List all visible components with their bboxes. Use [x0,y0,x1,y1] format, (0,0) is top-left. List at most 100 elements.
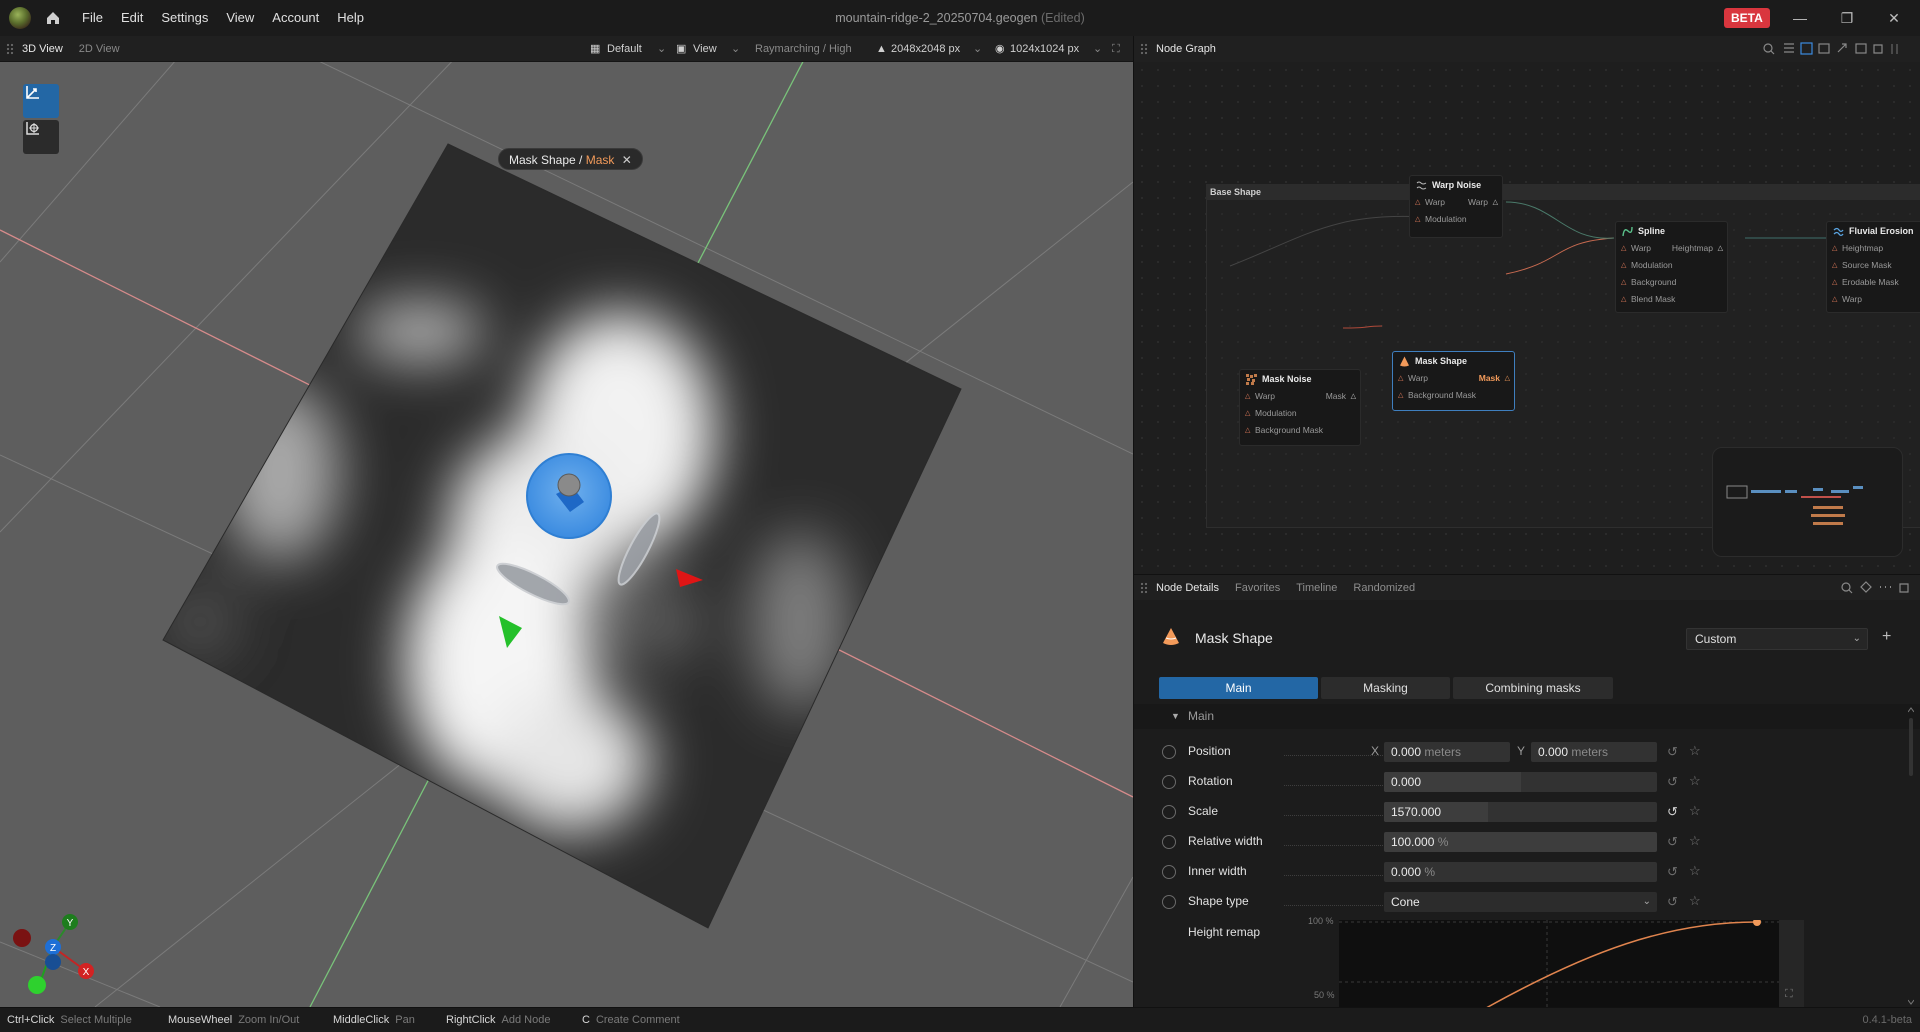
rotation-slider[interactable]: 0.000 ° [1384,772,1657,792]
tab-timeline[interactable]: Timeline [1288,575,1345,601]
favorite-star-icon[interactable]: ☆ [1689,743,1701,759]
node-port[interactable]: △ Warp Mask △ [1240,388,1360,405]
reset-icon[interactable]: ↺ [1667,744,1678,760]
node-mask-shape[interactable]: Mask Shape △ Warp Mask △ △ Background Mask [1392,351,1515,411]
node-port[interactable]: △ Background Mask [1240,422,1360,439]
minimize-icon[interactable]: — [1791,9,1809,27]
axis-neg-x-dot[interactable] [13,929,31,947]
tab-2d-view[interactable]: 2D View [71,36,128,62]
search-icon[interactable] [1763,43,1773,53]
add-preset-button[interactable]: + [1882,628,1891,646]
position-y-field[interactable]: 0.000 meters [1531,742,1657,762]
segment-masking[interactable]: Masking [1321,677,1450,699]
reset-icon[interactable]: ↺ [1667,864,1678,880]
favorite-star-icon[interactable]: ☆ [1689,803,1701,819]
menu-account[interactable]: Account [263,0,328,36]
menu-settings[interactable]: Settings [152,0,217,36]
local-transform-button[interactable] [23,120,59,154]
reset-icon[interactable]: ↺ [1667,804,1678,820]
details-scrollbar[interactable] [1908,706,1914,1006]
node-fluvial-erosion[interactable]: Fluvial Erosion △HeightmapHe △Source Mas… [1826,221,1920,313]
node-port[interactable]: △ Erodable Mask [1827,274,1920,291]
node-port[interactable]: △ Warp Heightmap △ [1616,240,1727,257]
axis-neg-y-dot[interactable] [28,976,46,994]
home-icon[interactable] [45,10,61,26]
position-x-field[interactable]: 0.000 meters [1384,742,1510,762]
shape-type-dropdown[interactable]: Cone ⌄ [1384,892,1657,912]
tab-favorites[interactable]: Favorites [1227,575,1288,601]
section-main-header[interactable]: ▼ Main [1134,704,1920,729]
node-port[interactable]: △ Warp Warp △ [1410,194,1502,211]
menu-help[interactable]: Help [328,0,373,36]
scale-slider[interactable]: 1570.000 meters [1384,802,1657,822]
image-icon[interactable] [1818,43,1830,54]
relative-width-slider[interactable]: 100.000 % [1384,832,1657,852]
preset-dropdown[interactable]: Default [607,36,642,62]
menu-view[interactable]: View [217,0,263,36]
collapse-arrow-icon[interactable]: ▼ [1171,704,1180,729]
node-port[interactable]: △ Modulation [1410,211,1502,228]
drag-handle-icon[interactable] [1140,43,1148,55]
curve-control-point[interactable] [1753,918,1761,926]
node-port[interactable]: △ Source Mask [1827,257,1920,274]
favorite-star-icon[interactable]: ☆ [1689,773,1701,789]
param-toggle[interactable] [1162,805,1176,819]
diamond-icon[interactable] [1860,581,1872,593]
drag-handle-icon[interactable] [6,42,14,55]
param-toggle[interactable] [1162,745,1176,759]
maximize-icon[interactable]: ❐ [1838,9,1856,27]
favorite-star-icon[interactable]: ☆ [1689,863,1701,879]
node-port[interactable]: △ Modulation [1616,257,1727,274]
param-toggle[interactable] [1162,895,1176,909]
reset-icon[interactable]: ↺ [1667,774,1678,790]
tab-randomized[interactable]: Randomized [1345,575,1423,601]
node-port[interactable]: △ Modulation [1240,405,1360,422]
chevron-down-icon[interactable]: ⌄ [731,36,740,62]
close-icon[interactable]: ✕ [622,153,632,167]
node-warp-noise[interactable]: Warp Noise △ Warp Warp △ △ Modulation [1409,175,1503,238]
param-toggle[interactable] [1162,835,1176,849]
chevron-down-icon[interactable]: ⌄ [1093,36,1102,62]
viewport-3d[interactable]: Y Z X Mask Shape / Mask ✕ [0,62,1133,1007]
favorite-star-icon[interactable]: ☆ [1689,893,1701,909]
heightmap-resolution[interactable]: 2048x2048 px [891,36,960,62]
favorite-star-icon[interactable]: ☆ [1689,833,1701,849]
reset-icon[interactable]: ↺ [1667,894,1678,910]
node-port[interactable]: △ Background Mask [1393,387,1514,404]
param-toggle[interactable] [1162,865,1176,879]
node-port[interactable]: △ Blend Mask [1616,291,1727,308]
fit-icon[interactable] [1855,43,1867,54]
viewport-output-chip[interactable]: Mask Shape / Mask ✕ [498,148,643,170]
node-port[interactable]: △ Warp Mask △ [1393,370,1514,387]
fullscreen-icon[interactable] [1873,44,1883,54]
transform-tool-button[interactable] [23,84,59,118]
texture-resolution[interactable]: 1024x1024 px [1010,36,1079,62]
node-spline[interactable]: Spline △ Warp Heightmap △ △ Modulation △ Back… [1615,221,1728,313]
height-remap-curve-editor[interactable] [1339,918,1779,1007]
chevron-down-icon[interactable]: ⌄ [657,36,666,62]
menu-file[interactable]: File [73,0,112,36]
list-icon[interactable] [1784,43,1794,53]
node-graph-minimap[interactable] [1712,447,1903,557]
expand-icon[interactable]: ⛶ [1785,988,1793,1001]
viewport-scene[interactable]: Y Z X [0,62,1133,1007]
close-icon[interactable]: ✕ [1885,9,1903,27]
expand-icon[interactable] [1837,43,1847,53]
drag-handle-icon[interactable] [1140,581,1148,594]
view-dropdown[interactable]: View [693,36,717,62]
node-port[interactable]: △HeightmapHe [1827,240,1920,257]
render-mode-label[interactable]: Raymarching / High [755,36,852,62]
preset-dropdown[interactable]: Custom ⌄ [1686,628,1868,650]
node-port[interactable]: △ Warp [1827,291,1920,308]
tab-3d-view[interactable]: 3D View [14,36,71,62]
fullscreen-icon[interactable]: ⛶ [1112,36,1120,62]
layout-icon[interactable] [1800,42,1813,55]
inner-width-slider[interactable]: 0.000 % [1384,862,1657,882]
tab-node-details[interactable]: Node Details [1148,575,1227,601]
search-icon[interactable] [1841,582,1851,592]
node-mask-noise[interactable]: Mask Noise △ Warp Mask △ △ Modulation △ Backg… [1239,369,1361,446]
reset-icon[interactable]: ↺ [1667,834,1678,850]
param-toggle[interactable] [1162,775,1176,789]
remap-curve[interactable] [1339,918,1779,1007]
segment-combining-masks[interactable]: Combining masks [1453,677,1613,699]
